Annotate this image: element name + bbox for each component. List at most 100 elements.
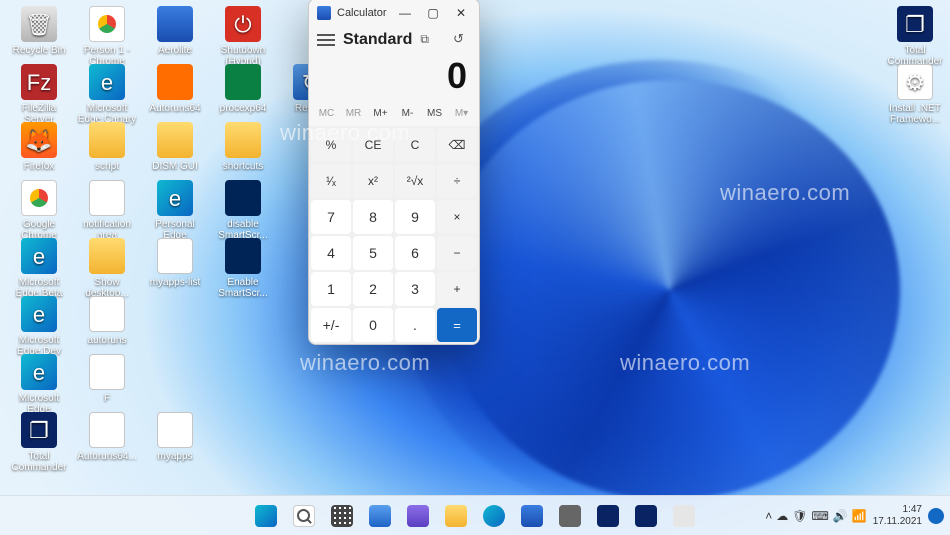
desktop-icon-glyph [225,122,261,158]
maximize-button[interactable]: ▢ [419,0,447,27]
desktop-icon[interactable]: Enable SmartScr... [212,238,274,299]
keep-on-top-icon[interactable]: ⧉ [420,32,436,48]
taskbar-taskview-button[interactable] [325,499,359,533]
calc-key-[interactable]: % [311,128,351,162]
desktop-icon-label: shortcuts [212,161,274,172]
desktop-icon[interactable]: procexp64 [212,64,274,114]
calc-key-9[interactable]: 9 [395,200,435,234]
desktop-icon[interactable]: Aerolite [144,6,206,56]
desktop-icon[interactable]: ⚙Install .NET Framewo... [884,64,946,125]
tray-icon[interactable]: 🔊 [833,509,848,523]
desktop-icon-glyph: e [157,180,193,216]
desktop-icon[interactable]: eMicrosoft Edge [8,354,70,415]
desktop-icon[interactable]: eMicrosoft Edge Canary [76,64,138,125]
desktop-icon[interactable]: eMicrosoft Edge Dev [8,296,70,357]
taskbar-start-button[interactable] [249,499,283,533]
calc-key-[interactable]: = [437,308,477,342]
calculator-titlebar[interactable]: Calculator — ▢ ✕ [309,0,479,27]
calc-key-[interactable]: ¹⁄ₓ [311,164,351,198]
calc-key-[interactable]: +/- [311,308,351,342]
taskbar-cmd-button[interactable] [629,499,663,533]
taskbar-calc-button[interactable] [667,499,701,533]
calc-key-7[interactable]: 7 [311,200,351,234]
calc-key-1[interactable]: 1 [311,272,351,306]
calc-key-6[interactable]: 6 [395,236,435,270]
tray-icon[interactable]: ☁ [776,509,788,523]
calc-key-2[interactable]: 2 [353,272,393,306]
tray-icon[interactable]: 📶 [852,509,867,523]
desktop-icon-glyph [157,122,193,158]
desktop-icon-label: Autoruns64 [144,103,206,114]
history-icon[interactable]: ↺ [453,31,471,49]
memory-button[interactable]: M+ [367,105,394,122]
taskbar-store-button[interactable] [515,499,549,533]
memory-button[interactable]: MS [421,105,448,122]
desktop-icon[interactable]: script [76,122,138,172]
desktop-icon[interactable]: ePersonal Edge [144,180,206,241]
desktop-icon[interactable]: eMicrosoft Edge Beta [8,238,70,299]
calc-key-c[interactable]: C [395,128,435,162]
tray-icon[interactable]: ˄ [765,509,772,523]
hamburger-menu-icon[interactable] [317,31,335,49]
taskbar-clock[interactable]: 1:47 17.11.2021 [873,504,922,528]
desktop-icon-glyph [89,412,125,448]
calc-key-ce[interactable]: CE [353,128,393,162]
desktop-icon[interactable]: 🦊Firefox [8,122,70,172]
calc-key-0[interactable]: 0 [353,308,393,342]
calc-key-4[interactable]: 4 [311,236,351,270]
desktop-icon[interactable]: ❐Total Commander [8,412,70,473]
desktop-icon-glyph: ⚙ [897,64,933,100]
calc-key-[interactable]: + [437,272,477,306]
desktop-icon[interactable]: Autoruns64... [76,412,138,462]
desktop-icon[interactable]: ❐Total Commander [884,6,946,67]
desktop-icon[interactable]: F [76,354,138,404]
calc-key-x[interactable]: x² [353,164,393,198]
desktop-icon[interactable]: disable SmartScr... [212,180,274,241]
close-button[interactable]: ✕ [447,0,475,27]
calc-key-[interactable]: × [437,200,477,234]
desktop-icon[interactable]: 🗑Recycle Bin [8,6,70,56]
taskbar-search-button[interactable] [287,499,321,533]
calc-key-3[interactable]: 3 [395,272,435,306]
desktop-icon[interactable]: DISM GUI [144,122,206,172]
taskbar-cmd-button[interactable] [591,499,625,533]
desktop-icon-glyph [89,238,125,274]
tray-icon[interactable]: 🛡 [792,509,807,523]
taskbar-widgets-button[interactable] [363,499,397,533]
desktop-icon-glyph: e [89,64,125,100]
desktop-icon[interactable]: Person 1 - Chrome [76,6,138,67]
calc-key-5[interactable]: 5 [353,236,393,270]
taskbar-edge-button[interactable] [477,499,511,533]
desktop-icon-label: myapps-list [144,277,206,288]
calculator-display-value: 0 [321,55,467,97]
desktop-icon[interactable]: autoruns [76,296,138,346]
desktop-icon[interactable]: shortcuts [212,122,274,172]
desktop-icon[interactable]: myapps [144,412,206,462]
desktop-icon[interactable]: Autoruns64 [144,64,206,114]
memory-button: MR [340,105,367,122]
calc-key-[interactable]: ⌫ [437,128,477,162]
notification-center-icon[interactable] [928,508,944,524]
desktop-icon-glyph: Fz [21,64,57,100]
desktop-icon-glyph [89,6,125,42]
desktop-icon[interactable]: myapps-list [144,238,206,288]
minimize-button[interactable]: — [391,0,419,27]
edge-icon [483,505,505,527]
desktop-icon-glyph [157,238,193,274]
desktop-icon[interactable]: notification area [76,180,138,241]
widgets-icon [369,505,391,527]
calc-key-[interactable]: ÷ [437,164,477,198]
tray-icon[interactable]: ⌨ [811,509,828,523]
taskbar-settings-button[interactable] [553,499,587,533]
desktop-icon[interactable]: ⏻Shutdown (Hybrid) [212,6,274,67]
taskbar-chat-button[interactable] [401,499,435,533]
desktop-icon[interactable]: Google Chrome [8,180,70,241]
desktop-icon[interactable]: FzFileZilla Server [8,64,70,125]
calc-key-[interactable]: . [395,308,435,342]
desktop-icon[interactable]: Show desktop... [76,238,138,299]
taskbar-explorer-button[interactable] [439,499,473,533]
calc-key-x[interactable]: ²√x [395,164,435,198]
memory-button[interactable]: M- [394,105,421,122]
calc-key-[interactable]: − [437,236,477,270]
calc-key-8[interactable]: 8 [353,200,393,234]
